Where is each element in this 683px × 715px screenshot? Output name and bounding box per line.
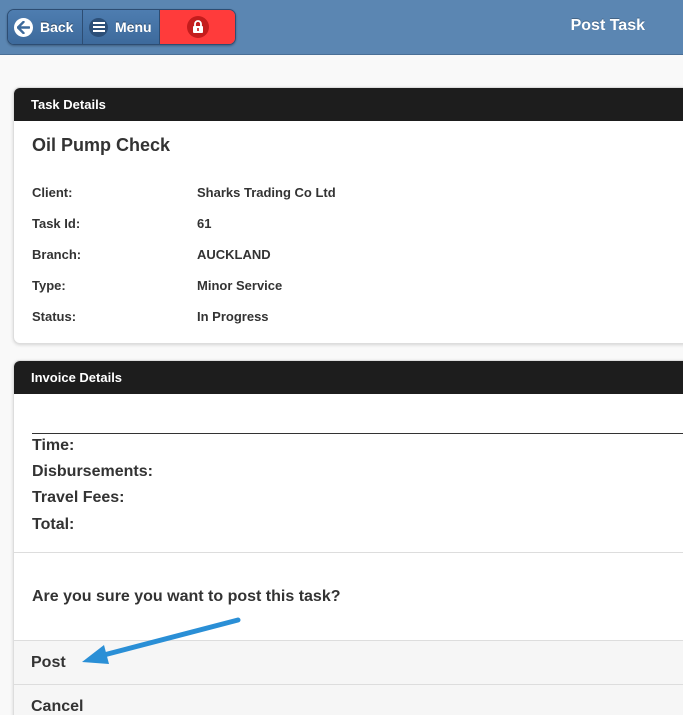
invoice-details-header: Invoice Details <box>14 361 683 394</box>
branch-value: AUCKLAND <box>197 247 271 262</box>
type-value: Minor Service <box>197 278 283 293</box>
client-label: Client: <box>32 185 73 200</box>
status-value: In Progress <box>197 309 269 324</box>
menu-button[interactable]: Menu <box>83 10 160 44</box>
arrow-left-icon <box>14 17 33 37</box>
task-details-header: Task Details <box>14 88 683 121</box>
hamburger-icon <box>89 17 108 37</box>
annotation-arrow-icon <box>82 617 241 664</box>
back-button[interactable]: Back <box>8 10 83 44</box>
type-label: Type: <box>32 278 66 293</box>
disbursements-label: Disbursements: <box>32 463 153 480</box>
type-row: Type: Minor Service <box>32 278 282 293</box>
menu-label: Menu <box>115 19 152 35</box>
lock-button[interactable] <box>160 10 235 44</box>
status-row: Status: In Progress <box>32 309 269 324</box>
status-label: Status: <box>32 309 77 324</box>
lock-icon <box>186 16 209 38</box>
header-button-group: Back Menu <box>7 9 236 45</box>
task-id-row: Task Id: 61 <box>32 216 211 231</box>
branch-label: Branch: <box>32 247 82 262</box>
task-title: Oil Pump Check <box>32 135 171 155</box>
cancel-button[interactable]: Cancel <box>14 684 683 715</box>
task-id-label: Task Id: <box>32 216 81 231</box>
client-value: Sharks Trading Co Ltd <box>197 185 336 200</box>
confirm-question: Are you sure you want to post this task? <box>32 588 341 605</box>
app-header: Back Menu Post Task <box>0 0 683 55</box>
total-label: Total: <box>32 516 75 533</box>
section-divider <box>14 552 683 553</box>
travel-fees-label: Travel Fees: <box>32 489 125 506</box>
invoice-divider <box>32 433 683 434</box>
back-label: Back <box>40 19 74 35</box>
task-id-value: 61 <box>197 216 212 231</box>
branch-row: Branch: AUCKLAND <box>32 247 271 262</box>
page-title: Post Task <box>570 17 645 34</box>
time-label: Time: <box>32 437 75 454</box>
client-row: Client: Sharks Trading Co Ltd <box>32 185 336 200</box>
task-details-card: Task Details Oil Pump Check Client: Shar… <box>13 87 683 344</box>
